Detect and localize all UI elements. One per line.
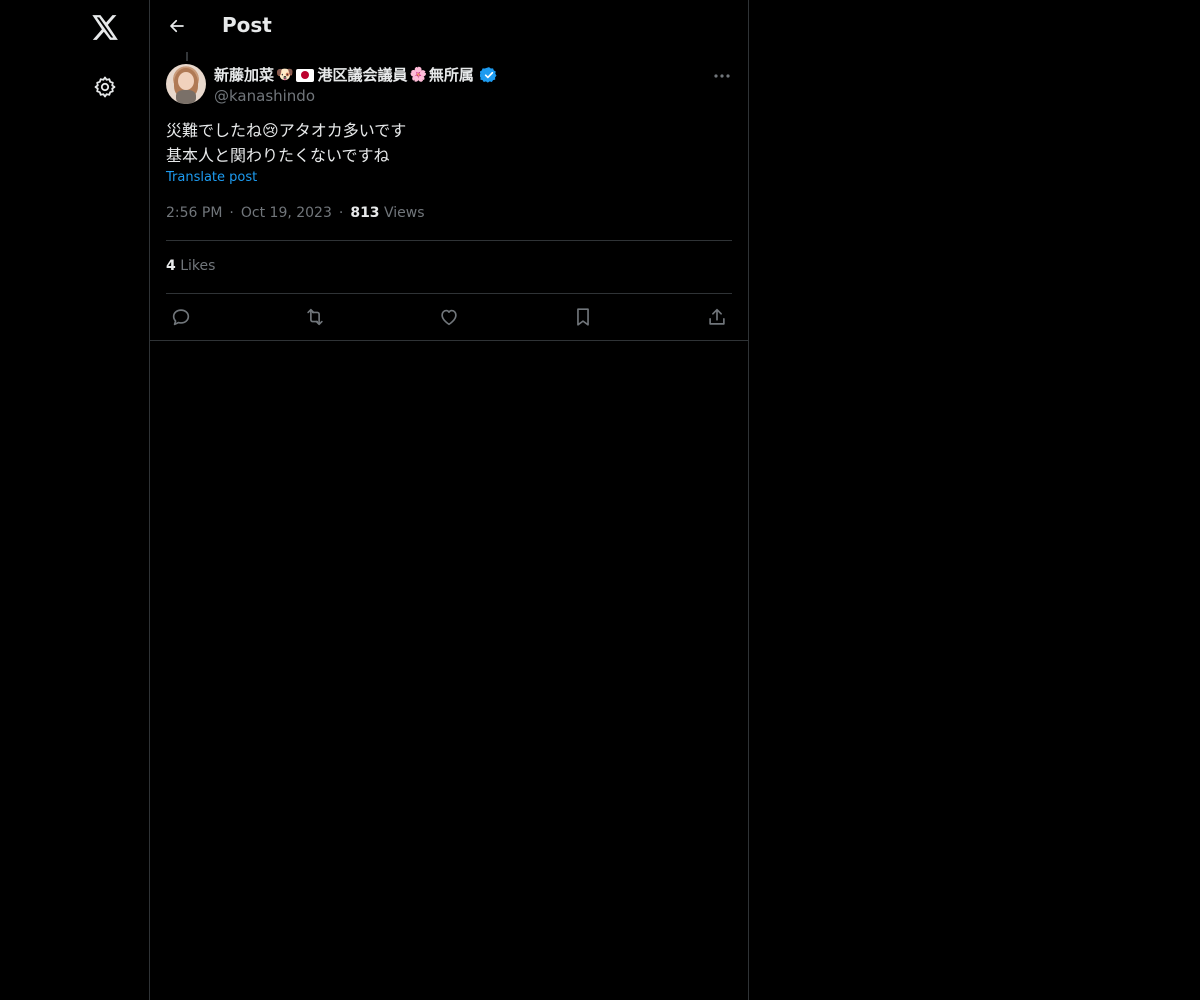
page-header: Post	[150, 0, 748, 53]
author-name-part1: 新藤加菜	[214, 66, 275, 84]
page-title: Post	[222, 13, 272, 37]
more-options-icon[interactable]	[710, 66, 734, 86]
separator-dot: ·	[338, 205, 344, 221]
avatar-face	[178, 72, 194, 90]
author-handle[interactable]: @kanashindo	[214, 86, 498, 106]
dog-emoji-icon: 🐶	[276, 67, 294, 83]
divider	[166, 240, 732, 241]
back-arrow-icon[interactable]	[163, 12, 191, 40]
separator-dot: ·	[229, 205, 234, 221]
translate-post-link[interactable]: Translate post	[166, 170, 257, 185]
gear-icon[interactable]	[88, 70, 122, 104]
like-heart-icon[interactable]	[436, 304, 462, 330]
action-bar	[166, 300, 732, 334]
author-name-part2: 港区議会議員	[317, 66, 408, 84]
likes-label: Likes	[180, 258, 216, 274]
share-icon[interactable]	[704, 304, 730, 330]
x-logo-icon[interactable]	[86, 8, 124, 46]
author-block: 新藤加菜 🐶 港区議会議員 🌸 無所属 @kanashindo	[214, 64, 498, 106]
post-text-line1-a: 災難でしたね	[166, 121, 263, 140]
post-text-line1: 災難でしたね😢アタオカ多いです	[166, 118, 732, 143]
thread-connector	[186, 52, 188, 61]
main-column: Post 新藤加菜 🐶 港区議会議員 🌸 無所属 @kanashindo 災難で…	[149, 0, 749, 1000]
views-label: Views	[384, 205, 425, 221]
post-date[interactable]: Oct 19, 2023	[241, 205, 332, 221]
left-nav	[0, 0, 149, 1000]
post-bottom-border	[150, 340, 748, 341]
verified-badge-icon	[479, 66, 498, 84]
author-name-part3: 無所属	[428, 66, 474, 84]
views-count: 813	[350, 205, 380, 221]
reply-icon[interactable]	[168, 304, 194, 330]
author-display-name[interactable]: 新藤加菜 🐶 港区議会議員 🌸 無所属	[214, 64, 498, 86]
avatar-dog	[176, 90, 196, 104]
app: Post 新藤加菜 🐶 港区議会議員 🌸 無所属 @kanashindo 災難で…	[0, 0, 1200, 1000]
views-stat: 813 Views	[350, 205, 424, 221]
divider	[166, 293, 732, 294]
cherry-blossom-emoji-icon: 🌸	[409, 67, 427, 83]
post-metadata: 2:56 PM · Oct 19, 2023 · 813 Views	[166, 205, 425, 221]
repost-icon[interactable]	[302, 304, 328, 330]
bookmark-icon[interactable]	[570, 304, 596, 330]
post-text-line2: 基本人と関わりたくないですね	[166, 146, 390, 165]
post-text: 災難でしたね😢アタオカ多いです 基本人と関わりたくないですね	[166, 118, 732, 168]
post-text-line1-b: アタオカ多いです	[278, 121, 407, 140]
likes-stat[interactable]: 4 Likes	[166, 258, 215, 274]
avatar[interactable]	[166, 64, 206, 104]
crying-face-emoji-icon: 😢	[262, 121, 279, 140]
likes-count: 4	[166, 258, 176, 274]
japan-flag-icon	[296, 68, 315, 82]
post-time[interactable]: 2:56 PM	[166, 205, 222, 221]
